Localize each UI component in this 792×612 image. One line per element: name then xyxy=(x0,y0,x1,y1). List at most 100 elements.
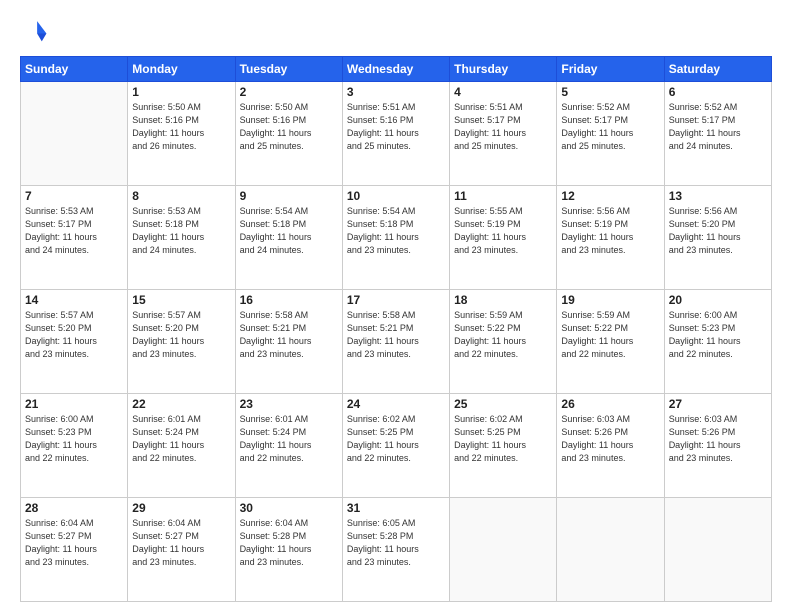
page: SundayMondayTuesdayWednesdayThursdayFrid… xyxy=(0,0,792,612)
day-number: 21 xyxy=(25,397,123,411)
day-info: Sunrise: 5:54 AM Sunset: 5:18 PM Dayligh… xyxy=(347,205,445,257)
day-number: 30 xyxy=(240,501,338,515)
calendar-cell: 14 Sunrise: 5:57 AM Sunset: 5:20 PM Dayli… xyxy=(21,290,128,394)
day-info: Sunrise: 5:56 AM Sunset: 5:20 PM Dayligh… xyxy=(669,205,767,257)
calendar-cell: 31 Sunrise: 6:05 AM Sunset: 5:28 PM Dayli… xyxy=(342,498,449,602)
weekday-header-thursday: Thursday xyxy=(450,57,557,82)
calendar-cell: 7Sunrise: 5:53 AM Sunset: 5:17 PM Daylig… xyxy=(21,186,128,290)
day-number: 16 xyxy=(240,293,338,307)
day-info: Sunrise: 6:05 AM Sunset: 5:28 PM Dayligh… xyxy=(347,517,445,569)
day-info: Sunrise: 5:59 AM Sunset: 5:22 PM Dayligh… xyxy=(561,309,659,361)
day-info: Sunrise: 6:03 AM Sunset: 5:26 PM Dayligh… xyxy=(561,413,659,465)
day-number: 11 xyxy=(454,189,552,203)
calendar-cell: 20 Sunrise: 6:00 AM Sunset: 5:23 PM Dayli… xyxy=(664,290,771,394)
calendar-week-row: 7Sunrise: 5:53 AM Sunset: 5:17 PM Daylig… xyxy=(21,186,772,290)
calendar-cell: 10 Sunrise: 5:54 AM Sunset: 5:18 PM Dayli… xyxy=(342,186,449,290)
calendar-cell: 25 Sunrise: 6:02 AM Sunset: 5:25 PM Dayli… xyxy=(450,394,557,498)
day-info: Sunrise: 5:55 AM Sunset: 5:19 PM Dayligh… xyxy=(454,205,552,257)
logo xyxy=(20,18,52,46)
day-info: Sunrise: 5:52 AM Sunset: 5:17 PM Dayligh… xyxy=(669,101,767,153)
day-info: Sunrise: 6:02 AM Sunset: 5:25 PM Dayligh… xyxy=(454,413,552,465)
day-number: 17 xyxy=(347,293,445,307)
day-info: Sunrise: 5:56 AM Sunset: 5:19 PM Dayligh… xyxy=(561,205,659,257)
day-info: Sunrise: 6:02 AM Sunset: 5:25 PM Dayligh… xyxy=(347,413,445,465)
calendar-cell: 6Sunrise: 5:52 AM Sunset: 5:17 PM Daylig… xyxy=(664,82,771,186)
weekday-header-row: SundayMondayTuesdayWednesdayThursdayFrid… xyxy=(21,57,772,82)
calendar-cell xyxy=(450,498,557,602)
weekday-header-monday: Monday xyxy=(128,57,235,82)
day-info: Sunrise: 5:53 AM Sunset: 5:18 PM Dayligh… xyxy=(132,205,230,257)
day-number: 29 xyxy=(132,501,230,515)
calendar-cell: 27Sunrise: 6:03 AM Sunset: 5:26 PM Dayli… xyxy=(664,394,771,498)
calendar-cell: 8 Sunrise: 5:53 AM Sunset: 5:18 PM Daylig… xyxy=(128,186,235,290)
day-info: Sunrise: 6:00 AM Sunset: 5:23 PM Dayligh… xyxy=(669,309,767,361)
calendar-cell: 19 Sunrise: 5:59 AM Sunset: 5:22 PM Dayli… xyxy=(557,290,664,394)
calendar-cell xyxy=(557,498,664,602)
day-number: 14 xyxy=(25,293,123,307)
day-number: 23 xyxy=(240,397,338,411)
calendar-cell: 15Sunrise: 5:57 AM Sunset: 5:20 PM Dayli… xyxy=(128,290,235,394)
day-info: Sunrise: 6:04 AM Sunset: 5:27 PM Dayligh… xyxy=(132,517,230,569)
day-info: Sunrise: 5:52 AM Sunset: 5:17 PM Dayligh… xyxy=(561,101,659,153)
day-number: 12 xyxy=(561,189,659,203)
day-number: 28 xyxy=(25,501,123,515)
day-number: 15 xyxy=(132,293,230,307)
calendar-cell: 18 Sunrise: 5:59 AM Sunset: 5:22 PM Dayli… xyxy=(450,290,557,394)
weekday-header-saturday: Saturday xyxy=(664,57,771,82)
day-info: Sunrise: 5:54 AM Sunset: 5:18 PM Dayligh… xyxy=(240,205,338,257)
day-info: Sunrise: 5:58 AM Sunset: 5:21 PM Dayligh… xyxy=(240,309,338,361)
calendar-cell: 17 Sunrise: 5:58 AM Sunset: 5:21 PM Dayli… xyxy=(342,290,449,394)
day-number: 7 xyxy=(25,189,123,203)
logo-icon xyxy=(20,18,48,46)
header xyxy=(20,18,772,46)
day-number: 5 xyxy=(561,85,659,99)
day-info: Sunrise: 5:50 AM Sunset: 5:16 PM Dayligh… xyxy=(132,101,230,153)
day-info: Sunrise: 5:51 AM Sunset: 5:16 PM Dayligh… xyxy=(347,101,445,153)
calendar-cell: 3 Sunrise: 5:51 AM Sunset: 5:16 PM Daylig… xyxy=(342,82,449,186)
day-number: 18 xyxy=(454,293,552,307)
day-number: 3 xyxy=(347,85,445,99)
calendar-cell: 28 Sunrise: 6:04 AM Sunset: 5:27 PM Dayli… xyxy=(21,498,128,602)
day-info: Sunrise: 5:51 AM Sunset: 5:17 PM Dayligh… xyxy=(454,101,552,153)
day-number: 1 xyxy=(132,85,230,99)
day-number: 20 xyxy=(669,293,767,307)
day-number: 19 xyxy=(561,293,659,307)
day-number: 24 xyxy=(347,397,445,411)
day-info: Sunrise: 6:01 AM Sunset: 5:24 PM Dayligh… xyxy=(132,413,230,465)
calendar-cell: 9 Sunrise: 5:54 AM Sunset: 5:18 PM Daylig… xyxy=(235,186,342,290)
calendar-cell: 1 Sunrise: 5:50 AM Sunset: 5:16 PM Daylig… xyxy=(128,82,235,186)
day-number: 22 xyxy=(132,397,230,411)
day-number: 8 xyxy=(132,189,230,203)
day-info: Sunrise: 6:03 AM Sunset: 5:26 PM Dayligh… xyxy=(669,413,767,465)
day-number: 13 xyxy=(669,189,767,203)
day-info: Sunrise: 5:57 AM Sunset: 5:20 PM Dayligh… xyxy=(25,309,123,361)
calendar-cell: 13 Sunrise: 5:56 AM Sunset: 5:20 PM Dayli… xyxy=(664,186,771,290)
day-number: 10 xyxy=(347,189,445,203)
calendar-cell: 26 Sunrise: 6:03 AM Sunset: 5:26 PM Dayli… xyxy=(557,394,664,498)
calendar-cell: 11 Sunrise: 5:55 AM Sunset: 5:19 PM Dayli… xyxy=(450,186,557,290)
day-number: 25 xyxy=(454,397,552,411)
weekday-header-friday: Friday xyxy=(557,57,664,82)
day-info: Sunrise: 5:59 AM Sunset: 5:22 PM Dayligh… xyxy=(454,309,552,361)
day-number: 2 xyxy=(240,85,338,99)
calendar-cell: 24 Sunrise: 6:02 AM Sunset: 5:25 PM Dayli… xyxy=(342,394,449,498)
day-info: Sunrise: 5:50 AM Sunset: 5:16 PM Dayligh… xyxy=(240,101,338,153)
calendar-table: SundayMondayTuesdayWednesdayThursdayFrid… xyxy=(20,56,772,602)
calendar-cell: 12 Sunrise: 5:56 AM Sunset: 5:19 PM Dayli… xyxy=(557,186,664,290)
calendar-cell xyxy=(664,498,771,602)
day-info: Sunrise: 6:00 AM Sunset: 5:23 PM Dayligh… xyxy=(25,413,123,465)
calendar-cell: 5 Sunrise: 5:52 AM Sunset: 5:17 PM Daylig… xyxy=(557,82,664,186)
day-number: 26 xyxy=(561,397,659,411)
calendar-week-row: 1 Sunrise: 5:50 AM Sunset: 5:16 PM Daylig… xyxy=(21,82,772,186)
calendar-week-row: 21 Sunrise: 6:00 AM Sunset: 5:23 PM Dayli… xyxy=(21,394,772,498)
day-info: Sunrise: 5:58 AM Sunset: 5:21 PM Dayligh… xyxy=(347,309,445,361)
day-info: Sunrise: 6:04 AM Sunset: 5:27 PM Dayligh… xyxy=(25,517,123,569)
day-number: 9 xyxy=(240,189,338,203)
day-info: Sunrise: 6:01 AM Sunset: 5:24 PM Dayligh… xyxy=(240,413,338,465)
calendar-cell: 22 Sunrise: 6:01 AM Sunset: 5:24 PM Dayli… xyxy=(128,394,235,498)
calendar-cell: 4 Sunrise: 5:51 AM Sunset: 5:17 PM Daylig… xyxy=(450,82,557,186)
day-number: 31 xyxy=(347,501,445,515)
day-number: 4 xyxy=(454,85,552,99)
calendar-cell xyxy=(21,82,128,186)
calendar-cell: 29 Sunrise: 6:04 AM Sunset: 5:27 PM Dayli… xyxy=(128,498,235,602)
